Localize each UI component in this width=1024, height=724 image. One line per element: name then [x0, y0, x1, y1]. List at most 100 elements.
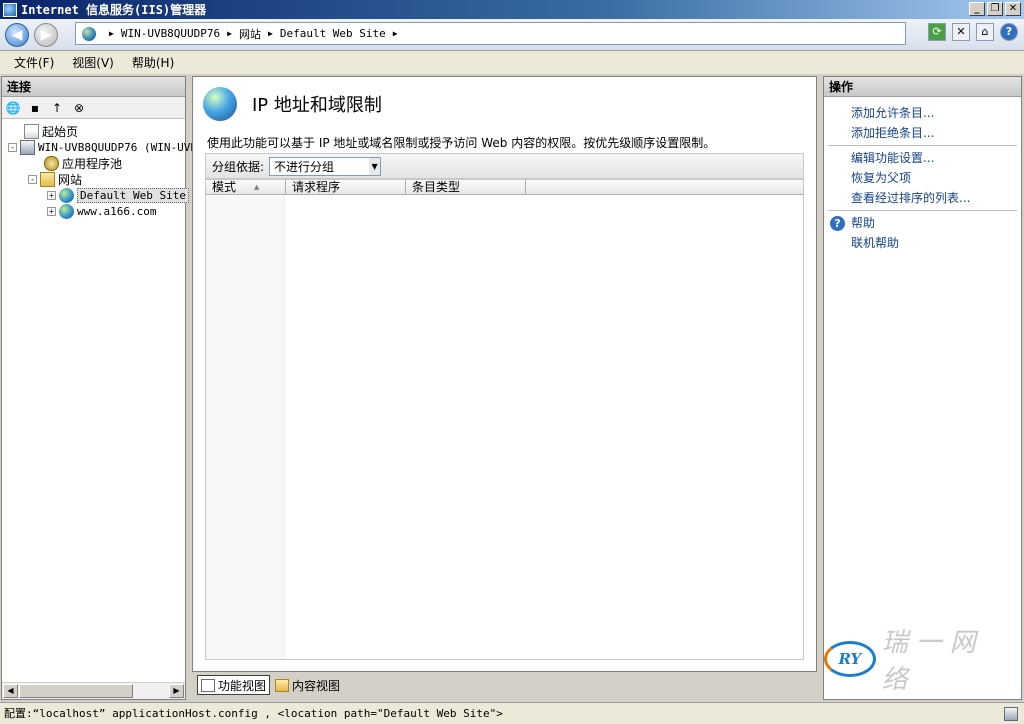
navigation-bar: ◀ ▶ ▶ WIN-UVB8QUUDP76 ▶ 网站 ▶ Default Web… — [0, 19, 1024, 51]
group-by-label: 分组依据: — [212, 159, 265, 174]
address-breadcrumb[interactable]: ▶ WIN-UVB8QUUDP76 ▶ 网站 ▶ Default Web Sit… — [75, 22, 906, 45]
online-help-link[interactable]: 联机帮助 — [824, 233, 1021, 253]
breadcrumb-server[interactable]: WIN-UVB8QUUDP76 — [121, 27, 220, 40]
add-deny-entry-link[interactable]: 添加拒绝条目... — [824, 123, 1021, 143]
feature-header: IP 地址和域限制 — [203, 87, 382, 121]
status-bar: 配置:“localhost” applicationHost.config , … — [0, 702, 1024, 724]
watermark: RY 瑞一网络 — [824, 622, 1017, 696]
window-title: Internet 信息服务(IIS)管理器 — [21, 3, 207, 17]
content-view-icon — [275, 678, 290, 692]
help-link[interactable]: ? 帮助 — [824, 213, 1021, 233]
column-label: 模式 — [212, 180, 237, 194]
scroll-thumb[interactable] — [19, 684, 133, 698]
sort-ascending-icon: ▲ — [254, 183, 260, 191]
tab-features-view[interactable]: 功能视图 — [197, 675, 271, 695]
connections-panel: 连接 🌐 ▪ ↑ ⊗ 起始页 - WIN-UVB8QUUDP76 (WIN-UV… — [1, 76, 197, 700]
server-icon — [20, 139, 35, 155]
tree-item-label: 起始页 — [42, 124, 79, 139]
page-title: IP 地址和域限制 — [252, 95, 382, 116]
column-label: 请求程序 — [292, 180, 341, 194]
tree-item-label: WIN-UVB8QUUDP76 (WIN-UVB — [38, 140, 197, 154]
breadcrumb-separator: ▶ — [268, 29, 273, 38]
column-entry-type[interactable]: 条目类型 — [406, 180, 526, 194]
expand-toggle[interactable]: + — [47, 206, 56, 216]
close-button[interactable]: ✕ — [1005, 2, 1021, 16]
view-ordered-list-link[interactable]: 查看经过排序的列表... — [824, 188, 1021, 208]
tree-item-start-page[interactable]: 起始页 — [24, 123, 78, 139]
breadcrumb-separator: ▶ — [227, 29, 232, 38]
breadcrumb-separator: ▶ — [392, 29, 398, 38]
tab-label: 内容视图 — [292, 678, 341, 693]
help-icon[interactable]: ? — [1000, 23, 1018, 41]
globe-icon — [82, 26, 96, 41]
collapse-toggle[interactable]: - — [8, 142, 17, 152]
tree-item-sites[interactable]: - 网站 — [28, 171, 82, 187]
menu-file[interactable]: 文件(F) — [14, 54, 54, 71]
tab-label: 功能视图 — [218, 678, 267, 693]
save-icon[interactable]: ▪ — [27, 100, 43, 116]
rules-list: 模式 ▲ 请求程序 条目类型 — [205, 179, 804, 660]
breadcrumb-sites[interactable]: 网站 — [239, 26, 261, 42]
features-view-icon — [201, 678, 215, 692]
tree-item-server[interactable]: - WIN-UVB8QUUDP76 (WIN-UVB — [8, 139, 197, 155]
scroll-right-arrow-icon[interactable]: ▶ — [169, 684, 184, 698]
tree-item-label: 应用程序池 — [62, 156, 123, 171]
breadcrumb-default-site[interactable]: Default Web Site — [280, 27, 386, 40]
iis-app-icon — [3, 2, 17, 17]
restore-button[interactable]: ❐ — [987, 2, 1003, 16]
view-tabs: 功能视图 内容视图 — [192, 673, 817, 697]
server-status-icon — [1004, 707, 1018, 721]
scroll-left-arrow-icon[interactable]: ◀ — [3, 684, 18, 698]
connections-toolbar: 🌐 ▪ ↑ ⊗ — [2, 97, 185, 119]
actions-divider — [828, 145, 1017, 146]
refresh-icon[interactable]: ⟳ — [928, 23, 946, 41]
collapse-toggle[interactable]: - — [28, 174, 37, 184]
menu-bar: 文件(F) 视图(V) 帮助(H) — [0, 51, 1024, 74]
expand-toggle[interactable]: + — [47, 190, 56, 200]
help-icon: ? — [830, 215, 845, 231]
tree-item-label: Default Web Site — [77, 187, 189, 203]
column-requestor[interactable]: 请求程序 — [286, 180, 406, 194]
actions-panel: 操作 添加允许条目... 添加拒绝条目... 编辑功能设置... 恢复为父项 查… — [823, 76, 1022, 700]
home-icon[interactable]: ⌂ — [976, 23, 994, 41]
forward-button[interactable]: ▶ — [34, 23, 58, 47]
tree-item-default-web-site[interactable]: + Default Web Site — [47, 187, 189, 203]
app-pool-icon — [44, 155, 59, 171]
list-header: 模式 ▲ 请求程序 条目类型 — [206, 180, 803, 195]
list-first-column-shade — [206, 196, 286, 659]
column-label: 条目类型 — [412, 180, 461, 194]
help-label: 帮助 — [851, 216, 876, 230]
revert-to-parent-link[interactable]: 恢复为父项 — [824, 168, 1021, 188]
title-bar: Internet 信息服务(IIS)管理器 _ ❐ ✕ — [0, 0, 1024, 19]
tree-item-a166-site[interactable]: + www.a166.com — [47, 203, 156, 219]
connect-icon[interactable]: 🌐 — [5, 100, 21, 116]
list-body[interactable] — [206, 196, 803, 659]
up-folder-icon[interactable]: ↑ — [49, 100, 65, 116]
watermark-text: 瑞一网络 — [881, 628, 984, 695]
add-allow-entry-link[interactable]: 添加允许条目... — [824, 103, 1021, 123]
site-globe-icon — [59, 187, 74, 203]
site-globe-icon — [59, 203, 74, 219]
menu-help[interactable]: 帮助(H) — [132, 54, 174, 71]
feature-panel: IP 地址和域限制 使用此功能可以基于 IP 地址或域名限制或授予访问 Web … — [192, 76, 817, 672]
status-text: 配置:“localhost” applicationHost.config , … — [4, 707, 503, 720]
breadcrumb-separator: ▶ — [109, 29, 114, 38]
column-mode[interactable]: 模式 ▲ — [206, 180, 286, 194]
back-button[interactable]: ◀ — [5, 23, 29, 47]
chevron-down-icon[interactable]: ▼ — [369, 157, 381, 175]
actions-title: 操作 — [824, 77, 1021, 97]
connections-hscrollbar[interactable]: ◀ ▶ — [2, 682, 185, 699]
actions-divider — [828, 210, 1017, 211]
start-page-icon — [24, 123, 39, 139]
tab-content-view[interactable]: 内容视图 — [272, 675, 343, 695]
group-by-select[interactable]: 不进行分组 ▼ — [269, 156, 382, 176]
stop-icon[interactable]: ✕ — [952, 23, 970, 41]
address-tools: ⟳ ✕ ⌂ ? — [928, 23, 1018, 41]
group-by-bar: 分组依据: 不进行分组 ▼ — [205, 153, 804, 179]
minimize-button[interactable]: _ — [969, 2, 985, 16]
tree-item-app-pools[interactable]: 应用程序池 — [44, 155, 122, 171]
disconnect-icon[interactable]: ⊗ — [71, 100, 87, 116]
menu-view[interactable]: 视图(V) — [72, 54, 114, 71]
ry-logo: RY — [824, 641, 876, 677]
edit-feature-settings-link[interactable]: 编辑功能设置... — [824, 148, 1021, 168]
